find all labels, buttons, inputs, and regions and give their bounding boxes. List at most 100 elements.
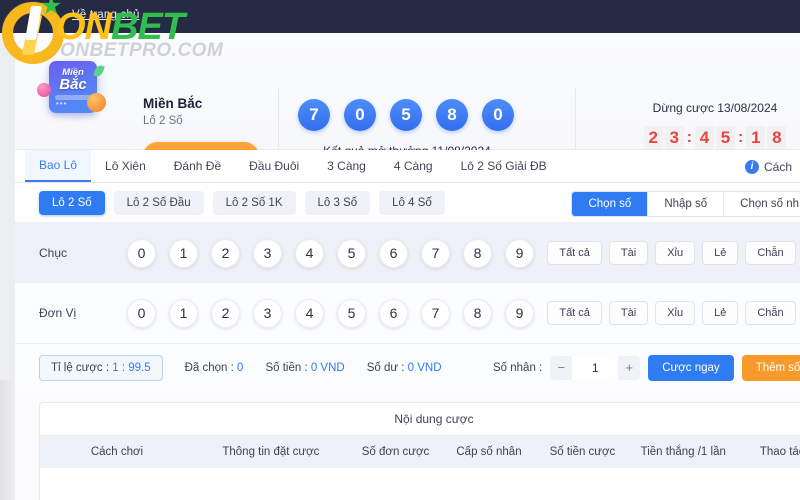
number-ball-6[interactable]: 6 xyxy=(379,298,408,328)
quick-select-xỉu[interactable]: Xỉu xyxy=(655,301,696,325)
countdown-colon: : xyxy=(738,128,744,146)
bet-table-column-header: Số tiền cược xyxy=(549,446,616,458)
app-root: 3849128613 Miền Bắc ••• Miền Bắc Lô 2 Số… xyxy=(0,0,800,500)
number-ball-0[interactable]: 0 xyxy=(127,238,156,268)
number-ball-3[interactable]: 3 xyxy=(253,298,282,328)
ticket-ball-orange xyxy=(87,93,106,112)
stepper-decrement-button[interactable]: − xyxy=(550,356,572,380)
quick-select-group: Tất cảTàiXỉuLẻChẵnX xyxy=(547,301,800,325)
quick-select-lẻ[interactable]: Lẻ xyxy=(702,241,739,265)
countdown-digit: 4 xyxy=(695,126,714,149)
account-balance: Số dư : 0 VND xyxy=(367,362,442,374)
countdown-digit: 3 xyxy=(664,126,684,149)
number-ball-3[interactable]: 3 xyxy=(253,238,282,268)
countdown-colon: : xyxy=(686,128,692,146)
stepper-increment-button[interactable]: + xyxy=(618,356,640,380)
number-ball-2[interactable]: 2 xyxy=(211,298,240,328)
tab-đánh-đề[interactable]: Đánh Đề xyxy=(160,150,235,182)
bet-action-bar: Tỉ lệ cược : 1 : 99.5 Đã chọn : 0 Số tiề… xyxy=(15,343,800,391)
tab-label: Đầu Đuôi xyxy=(249,159,300,173)
selected-label: Đã chọn : xyxy=(184,361,238,374)
countdown-digit: 2 xyxy=(643,126,663,149)
tab-label: Bao Lô xyxy=(39,158,78,172)
bet-table-column-header: Số đơn cược xyxy=(361,446,430,458)
number-ball-8[interactable]: 8 xyxy=(463,298,492,328)
result-ball: 0 xyxy=(344,99,376,131)
tab-label: Đánh Đề xyxy=(173,159,222,173)
bet-table-header-row: Cách chơi Thông tin đặt cược Số đơn cược Cấ… xyxy=(40,436,800,468)
tab-3-càng[interactable]: 3 Càng xyxy=(313,150,380,182)
number-ball-9[interactable]: 9 xyxy=(505,238,534,268)
number-ball-1[interactable]: 1 xyxy=(169,298,198,328)
multiplier-input[interactable] xyxy=(572,355,619,380)
quick-select-tất-cả[interactable]: Tất cả xyxy=(547,301,602,325)
quantity-stepper[interactable]: − + xyxy=(550,355,641,380)
home-link[interactable]: Về trang chủ xyxy=(72,9,140,21)
subtab-lô-4-số[interactable]: Lô 4 Số xyxy=(379,190,445,215)
number-ball-0[interactable]: 0 xyxy=(127,298,156,328)
game-title: Miền Bắc xyxy=(143,96,203,111)
number-ball-group: 0123456789 xyxy=(127,238,534,268)
number-row-label: Đơn Vị xyxy=(39,306,77,320)
ticket-card-dots: ••• xyxy=(56,99,68,108)
mode-chọn-số[interactable]: Chọn số xyxy=(572,192,649,216)
quick-select-chẵn[interactable]: Chẵn xyxy=(745,301,796,325)
subtab-lô-3-số[interactable]: Lô 3 Số xyxy=(304,190,371,215)
tab-lô-2-số-giải-đb[interactable]: Lô 2 Số Giải ĐB xyxy=(447,150,561,182)
tab-lô-xiên[interactable]: Lô Xiên xyxy=(91,150,160,182)
tab-đầu-đuôi[interactable]: Đầu Đuôi xyxy=(235,150,313,182)
how-to-play-link[interactable]: i Cách xyxy=(744,150,792,183)
tab-label: 4 Càng xyxy=(393,159,433,173)
number-ball-7[interactable]: 7 xyxy=(421,298,450,328)
amount-label: Số tiền : xyxy=(265,361,311,374)
page-left-gutter xyxy=(0,33,15,500)
number-ball-9[interactable]: 9 xyxy=(505,298,534,328)
subtab-lô-2-số[interactable]: Lô 2 Số xyxy=(39,190,105,215)
ticket-card-line2: Bắc xyxy=(59,76,87,93)
number-ball-1[interactable]: 1 xyxy=(169,238,198,268)
bet-table-column-header: Cấp số nhân xyxy=(456,446,522,458)
main-tab-bar: Bao Lô Lô Xiên Đánh Đề Đầu Đuôi 3 Càng 4 Càng… xyxy=(15,150,800,183)
mode-chọn-số-nh[interactable]: Chọn số nh xyxy=(724,192,800,216)
quick-select-tài[interactable]: Tài xyxy=(608,241,649,265)
number-ball-5[interactable]: 5 xyxy=(337,238,366,268)
quick-select-group: Tất cảTàiXỉuLẻChẵnX xyxy=(547,241,800,265)
number-ball-6[interactable]: 6 xyxy=(379,238,408,268)
number-row: Chục 0123456789 Tất cảTàiXỉuLẻChẵnX xyxy=(15,223,800,283)
quick-select-tài[interactable]: Tài xyxy=(608,301,649,325)
game-subtitle: Lô 2 Số xyxy=(143,115,183,127)
game-header-strip: Miền Bắc ••• Miền Bắc Lô 2 Số Sảnh trò c… xyxy=(15,33,800,171)
bet-content-title: Nội dung cược xyxy=(40,403,800,436)
number-ball-7[interactable]: 7 xyxy=(421,238,450,268)
subtab-lô-2-số-đầu[interactable]: Lô 2 Số Đầu xyxy=(113,190,204,215)
odds-value: 1 : 99.5 xyxy=(112,361,151,374)
multiplier-controls: Số nhân : − + Cược ngay Thêm số Cài đặt … xyxy=(493,354,800,381)
result-ball: 5 xyxy=(390,99,422,131)
result-ball: 8 xyxy=(436,99,468,131)
tab-bao-lô[interactable]: Bao Lô xyxy=(25,150,92,182)
lottery-ticket-graphic: Miền Bắc ••• xyxy=(35,53,113,125)
add-number-button[interactable]: Thêm số xyxy=(741,354,800,381)
how-to-play-label: Cách xyxy=(763,159,792,174)
quick-select-chẵn[interactable]: Chẵn xyxy=(745,241,796,265)
number-selection-area: Chục 0123456789 Tất cảTàiXỉuLẻChẵnX Đơn Vị 0… xyxy=(15,223,800,343)
mode-nhập-số[interactable]: Nhập số xyxy=(648,192,725,216)
bet-table-column-header: Cách chơi xyxy=(90,446,144,458)
quick-select-tất-cả[interactable]: Tất cả xyxy=(547,241,602,265)
bet-now-button[interactable]: Cược ngay xyxy=(648,354,734,381)
quick-select-lẻ[interactable]: Lẻ xyxy=(702,301,739,325)
tab-4-càng[interactable]: 4 Càng xyxy=(380,150,447,182)
number-ball-5[interactable]: 5 xyxy=(337,298,366,328)
number-ball-4[interactable]: 4 xyxy=(295,238,324,268)
countdown-digit: 1 xyxy=(746,126,766,149)
number-ball-4[interactable]: 4 xyxy=(295,298,324,328)
amount-value: 0 VND xyxy=(310,361,345,374)
page-container: Miền Bắc ••• Miền Bắc Lô 2 Số Sảnh trò c… xyxy=(15,33,800,500)
number-ball-2[interactable]: 2 xyxy=(211,238,240,268)
number-ball-8[interactable]: 8 xyxy=(463,238,492,268)
quick-select-xỉu[interactable]: Xỉu xyxy=(655,241,696,265)
odds-badge: Tỉ lệ cược : 1 : 99.5 xyxy=(39,354,163,381)
subtab-lô-2-số-1k[interactable]: Lô 2 Số 1K xyxy=(212,190,296,215)
ticket-ball-pink xyxy=(37,83,51,97)
odds-label: Tỉ lệ cược : xyxy=(51,361,113,374)
